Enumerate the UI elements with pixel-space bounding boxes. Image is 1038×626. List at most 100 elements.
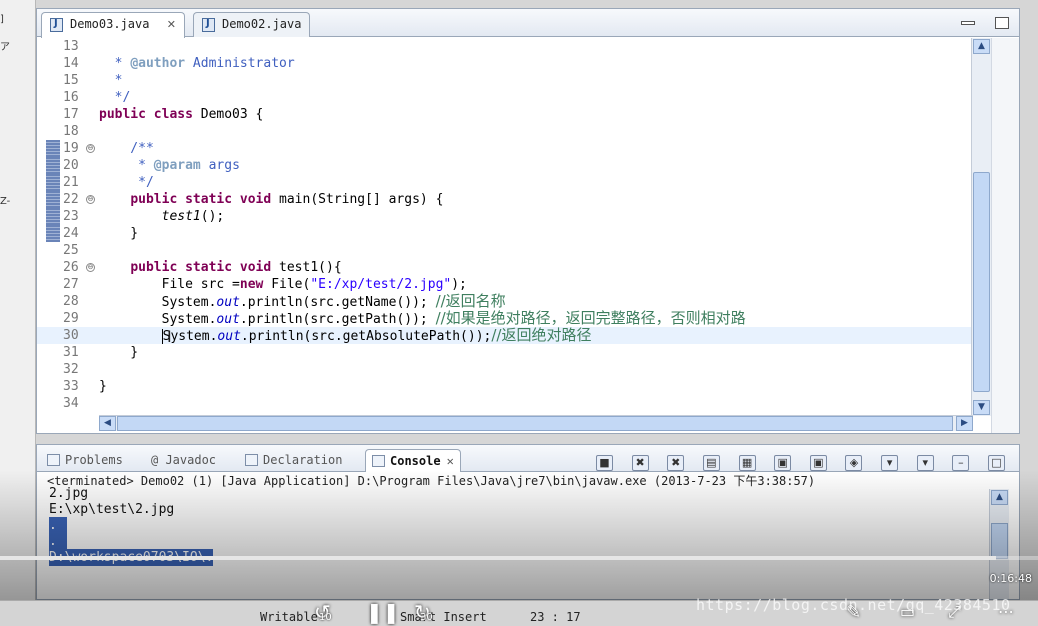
minimize-icon[interactable] <box>961 21 976 25</box>
change-marker <box>46 191 60 208</box>
scroll-lock-icon[interactable]: ▦ <box>738 455 756 471</box>
code-line: 28 System.out.println(src.getName()); //… <box>37 293 973 311</box>
maximize-icon[interactable] <box>995 17 1009 29</box>
line-number: 24 <box>63 226 79 241</box>
close-tab-icon[interactable]: ✕ <box>447 454 454 468</box>
remove-launch-icon[interactable]: ✖ <box>631 455 649 471</box>
video-progress-fill <box>0 556 997 560</box>
java-file-icon <box>50 18 63 32</box>
open-console-icon[interactable]: ▾ <box>916 455 934 471</box>
video-progress-bar[interactable] <box>0 556 1038 560</box>
code-line: 17 public class Demo03 { <box>37 106 973 123</box>
code-line: 23 test1(); <box>37 208 973 225</box>
code-text: */ <box>99 90 131 105</box>
tab-declaration[interactable]: Declaration <box>239 449 348 472</box>
left-strip-mark: ] <box>0 14 4 25</box>
editor-vertical-scrollbar[interactable]: ▲ ▼ <box>971 38 991 416</box>
console-output-line: . <box>49 533 57 550</box>
code-text: * <box>99 73 123 88</box>
status-insert-mode: Smart Insert <box>400 610 487 624</box>
code-line: 32 <box>37 361 973 378</box>
line-number: 20 <box>63 158 79 173</box>
code-area[interactable]: 13 14 * @author Administrator 15 * 16 */… <box>37 38 973 416</box>
tab-label: Problems <box>65 453 123 467</box>
java-file-icon <box>202 18 215 32</box>
maximize-icon[interactable]: □ <box>988 455 1005 471</box>
overview-ruler <box>991 38 1019 433</box>
scroll-up-icon[interactable]: ▲ <box>991 490 1008 505</box>
show-on-stdout-icon[interactable]: ▣ <box>774 455 792 471</box>
fold-collapse-icon[interactable]: ⊖ <box>86 195 95 204</box>
line-number: 13 <box>63 39 79 54</box>
clear-console-icon[interactable]: ▤ <box>702 455 720 471</box>
scroll-up-icon[interactable]: ▲ <box>973 39 990 54</box>
code-text: * @author Administrator <box>99 56 295 71</box>
fold-collapse-icon[interactable]: ⊖ <box>86 263 95 272</box>
tab-demo02-java[interactable]: Demo02.java <box>193 12 311 37</box>
tab-label: @ Javadoc <box>151 453 217 467</box>
scroll-thumb[interactable] <box>991 523 1008 559</box>
minimize-icon[interactable]: – <box>952 455 970 471</box>
code-line: 18 <box>37 123 973 140</box>
line-number: 14 <box>63 56 79 71</box>
panel-tab-bar: Problems @ Javadoc Declaration Console ✕ … <box>37 445 1019 472</box>
tab-label: Demo03.java <box>70 17 150 31</box>
tab-console[interactable]: Console ✕ <box>365 449 461 472</box>
editor-horizontal-scrollbar[interactable]: ◀ ▶ <box>99 415 973 431</box>
code-line: 16 */ <box>37 89 973 106</box>
status-cursor-position: 23 : 17 <box>530 610 581 624</box>
rewind-seconds: 10 <box>319 612 332 623</box>
line-number: 25 <box>63 243 79 258</box>
code-text: * @param args <box>99 158 240 173</box>
code-text: public static void main(String[] args) { <box>130 192 444 207</box>
console-toolbar: ■ ✖ ✖ ▤ ▦ ▣ ▣ ◈ ▾ ▾ – □ <box>587 451 1005 471</box>
remove-all-launches-icon[interactable]: ✖ <box>667 455 685 471</box>
pin-console-icon[interactable]: ◈ <box>845 455 863 471</box>
status-writable: Writable <box>260 610 318 624</box>
scroll-down-icon[interactable]: ▼ <box>973 400 990 415</box>
display-console-icon[interactable]: ▾ <box>881 455 899 471</box>
code-text: File src =new File("E:/xp/test/2.jpg"); <box>99 277 467 292</box>
console-output-line: E:\xp\test\2.jpg <box>49 502 175 517</box>
line-number: 19 <box>63 141 79 156</box>
console-panel: Problems @ Javadoc Declaration Console ✕ … <box>36 444 1020 600</box>
code-line: 29 System.out.println(src.getPath()); //… <box>37 309 973 328</box>
scroll-thumb[interactable] <box>973 172 990 392</box>
console-output-line: 2.jpg <box>49 486 89 501</box>
tab-problems[interactable]: Problems <box>41 449 129 472</box>
line-number: 31 <box>63 345 79 360</box>
code-text: System.out.println(src.getPath()); //如果是… <box>161 309 746 328</box>
console-icon <box>372 455 385 467</box>
change-marker <box>46 174 60 191</box>
scroll-thumb[interactable] <box>117 416 953 431</box>
tab-label: Declaration <box>263 453 343 467</box>
tab-javadoc[interactable]: @ Javadoc <box>145 449 222 472</box>
scroll-right-icon[interactable]: ▶ <box>956 416 973 431</box>
show-on-stderr-icon[interactable]: ▣ <box>809 455 827 471</box>
line-number: 22 <box>63 192 79 207</box>
code-text: /** <box>99 141 154 156</box>
change-marker <box>46 140 60 157</box>
code-text: public static void test1(){ <box>130 260 342 275</box>
line-number: 16 <box>63 90 79 105</box>
line-number: 18 <box>63 124 79 139</box>
close-tab-icon[interactable]: ✕ <box>167 18 176 31</box>
terminate-icon[interactable]: ■ <box>595 455 613 471</box>
code-line: 25 <box>37 242 973 259</box>
editor-tab-bar: Demo03.java ✕ Demo02.java <box>37 9 1019 38</box>
line-number: 17 <box>63 107 79 122</box>
change-marker <box>46 157 60 174</box>
line-number: 28 <box>63 294 79 309</box>
code-line: 26 ⊖ public static void test1(){ <box>37 259 973 276</box>
code-line: 15 * <box>37 72 973 89</box>
pause-icon[interactable]: ❚❚ <box>366 600 400 624</box>
change-marker <box>46 225 60 242</box>
code-line: 24 } <box>37 225 973 242</box>
code-text: */ <box>99 175 154 190</box>
fold-collapse-icon[interactable]: ⊖ <box>86 144 95 153</box>
code-line: 20 * @param args <box>37 157 973 174</box>
scroll-left-icon[interactable]: ◀ <box>99 416 116 431</box>
code-text: public class Demo03 { <box>99 107 264 122</box>
tab-demo03-java[interactable]: Demo03.java ✕ <box>41 12 185 38</box>
line-number: 23 <box>63 209 79 224</box>
